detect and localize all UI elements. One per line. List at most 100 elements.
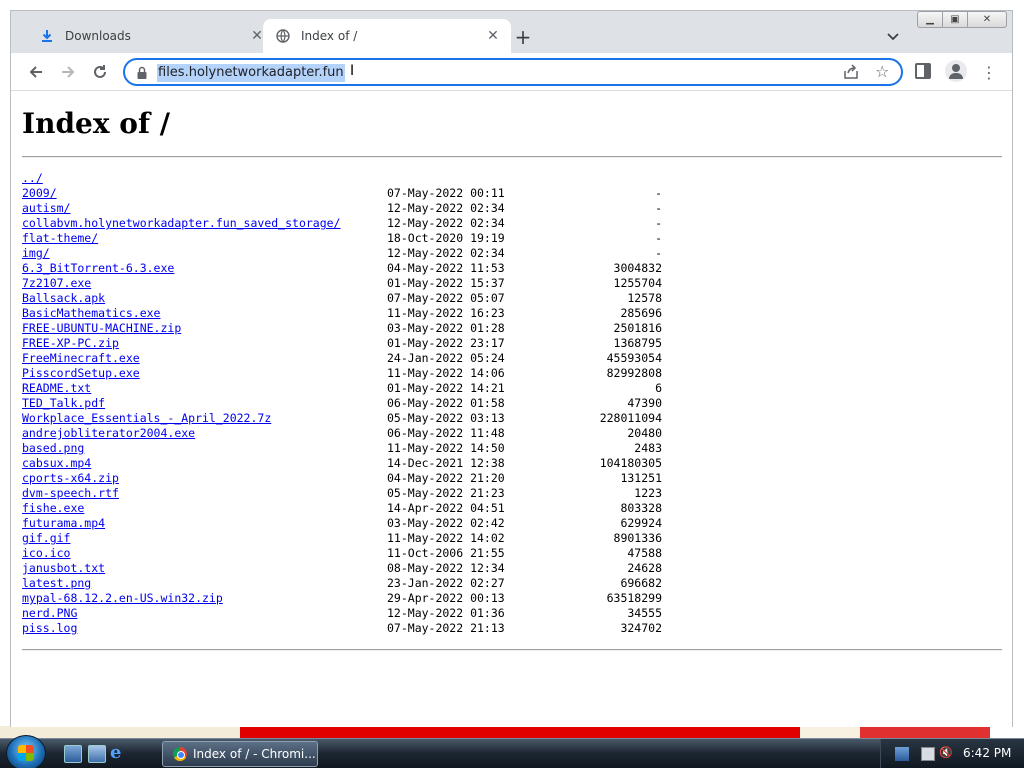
close-window-button[interactable]: ✕ xyxy=(967,11,1007,28)
file-size: - xyxy=(655,216,662,230)
file-date: 05-May-2022 03:13 xyxy=(387,411,505,425)
download-icon xyxy=(39,28,55,44)
close-icon[interactable]: ✕ xyxy=(483,26,503,46)
file-size: 34555 xyxy=(627,606,662,620)
chrome-icon xyxy=(173,747,187,761)
file-link[interactable]: nerd.PNG xyxy=(22,606,77,621)
tab-downloads[interactable]: Downloads ✕ xyxy=(27,19,275,53)
file-size: 2483 xyxy=(634,441,662,455)
page-title: Index of / xyxy=(22,107,170,140)
minimize-button[interactable]: ▁ xyxy=(917,11,943,28)
forward-arrow-icon[interactable] xyxy=(57,61,79,83)
clock[interactable]: 6:42 PM xyxy=(963,746,1011,760)
file-size: 629924 xyxy=(620,516,662,530)
file-link[interactable]: fishe.exe xyxy=(22,501,84,516)
list-item: 6.3_BitTorrent-6.3.exe 04-May-2022 11:53 3… xyxy=(22,261,662,276)
file-link[interactable]: dvm-speech.rtf xyxy=(22,486,119,501)
list-item: based.png 11-May-2022 14:50 2483 xyxy=(22,441,662,456)
maximize-button[interactable]: ▣ xyxy=(942,11,968,28)
list-item: autism/12-May-2022 02:34 - xyxy=(22,201,662,216)
internet-explorer-icon[interactable]: e xyxy=(110,742,128,763)
file-link[interactable]: cports-x64.zip xyxy=(22,471,119,486)
new-tab-button[interactable]: + xyxy=(511,25,535,49)
list-item: cports-x64.zip 04-May-2022 21:20 131251 xyxy=(22,471,662,486)
file-size: - xyxy=(655,186,662,200)
chevron-down-icon[interactable] xyxy=(883,27,903,47)
file-date: 18-Oct-2020 19:19 xyxy=(387,231,505,245)
file-link[interactable]: ../ xyxy=(22,171,43,186)
file-link[interactable]: gif.gif xyxy=(22,531,70,546)
list-item: cabsux.mp4 14-Dec-2021 12:38 104180305 xyxy=(22,456,662,471)
file-link[interactable]: FREE-UBUNTU-MACHINE.zip xyxy=(22,321,181,336)
file-link[interactable]: flat-theme/ xyxy=(22,231,98,246)
side-panel-icon[interactable] xyxy=(915,63,931,79)
monitor-icon[interactable] xyxy=(921,747,935,761)
list-item: FREE-UBUNTU-MACHINE.zip 03-May-2022 01:28… xyxy=(22,321,662,336)
file-link[interactable]: README.txt xyxy=(22,381,91,396)
star-icon[interactable]: ☆ xyxy=(875,62,889,81)
file-size: 1368795 xyxy=(613,336,662,350)
file-link[interactable]: BasicMathematics.exe xyxy=(22,306,160,321)
file-size: 82992808 xyxy=(606,366,662,380)
share-icon[interactable] xyxy=(843,64,861,82)
file-date: 06-May-2022 11:48 xyxy=(387,426,505,440)
file-link[interactable]: Ballsack.apk xyxy=(22,291,105,306)
file-link[interactable]: ico.ico xyxy=(22,546,70,561)
file-link[interactable]: collabvm.holynetworkadapter.fun_saved_st… xyxy=(22,216,341,231)
file-link[interactable]: 2009/ xyxy=(22,186,57,201)
lock-icon[interactable] xyxy=(135,65,149,79)
reload-icon[interactable] xyxy=(89,61,111,83)
file-link[interactable]: mypal-68.12.2.en-US.win32.zip xyxy=(22,591,223,606)
file-size: 12578 xyxy=(627,291,662,305)
profile-icon[interactable] xyxy=(945,60,967,82)
file-link[interactable]: TED_Talk.pdf xyxy=(22,396,105,411)
file-size: 1223 xyxy=(634,486,662,500)
file-date: 11-May-2022 14:06 xyxy=(387,366,505,380)
list-item: collabvm.holynetworkadapter.fun_saved_st… xyxy=(22,216,662,231)
file-date: 03-May-2022 01:28 xyxy=(387,321,505,335)
menu-dots-icon[interactable]: ⋮ xyxy=(979,61,999,83)
file-link[interactable]: 6.3_BitTorrent-6.3.exe xyxy=(22,261,174,276)
file-date: 12-May-2022 01:36 xyxy=(387,606,505,620)
list-item: Ballsack.apk 07-May-2022 05:07 12578 xyxy=(22,291,662,306)
file-date: 12-May-2022 02:34 xyxy=(387,201,505,215)
file-link[interactable]: cabsux.mp4 xyxy=(22,456,91,471)
taskbar-chrome-window[interactable]: Index of / - Chromi... xyxy=(162,741,318,767)
desktop-wallpaper-right xyxy=(1012,0,1024,738)
file-link[interactable]: FreeMinecraft.exe xyxy=(22,351,140,366)
file-date: 14-Dec-2021 12:38 xyxy=(387,456,505,470)
file-link[interactable]: latest.png xyxy=(22,576,91,591)
file-link[interactable]: 7z2107.exe xyxy=(22,276,91,291)
file-link[interactable]: janusbot.txt xyxy=(22,561,105,576)
file-link[interactable]: FREE-XP-PC.zip xyxy=(22,336,119,351)
network-icon[interactable] xyxy=(895,747,909,761)
switch-windows-icon[interactable] xyxy=(88,745,106,763)
file-size: 24628 xyxy=(627,561,662,575)
browser-toolbar: files.holynetworkadapter.fun I ☆ ⋮ xyxy=(11,53,1012,91)
file-size: 324702 xyxy=(620,621,662,635)
file-date: 11-May-2022 16:23 xyxy=(387,306,505,320)
tab-index[interactable]: Index of / ✕ xyxy=(263,19,511,53)
file-link[interactable]: andrejobliterator2004.exe xyxy=(22,426,195,441)
file-link[interactable]: futurama.mp4 xyxy=(22,516,105,531)
url-text[interactable]: files.holynetworkadapter.fun xyxy=(157,64,345,82)
page-content: Index of / ../2009/07-May-2022 00:11- aut… xyxy=(11,91,1012,727)
file-link[interactable]: PisscordSetup.exe xyxy=(22,366,140,381)
back-arrow-icon[interactable] xyxy=(25,61,47,83)
list-item: flat-theme/18-Oct-2020 19:19 - xyxy=(22,231,662,246)
file-date: 01-May-2022 14:21 xyxy=(387,381,505,395)
file-date: 06-May-2022 01:58 xyxy=(387,396,505,410)
file-link[interactable]: img/ xyxy=(22,246,50,261)
file-link[interactable]: autism/ xyxy=(22,201,70,216)
list-item: piss.log 07-May-2022 21:13 324702 xyxy=(22,621,662,636)
start-button[interactable] xyxy=(6,735,46,768)
file-link[interactable]: Workplace_Essentials_-_April_2022.7z xyxy=(22,411,271,426)
file-size: 285696 xyxy=(620,306,662,320)
file-link[interactable]: based.png xyxy=(22,441,84,456)
volume-muted-icon[interactable]: 🔇 xyxy=(939,746,953,760)
file-link[interactable]: piss.log xyxy=(22,621,77,636)
list-item: dvm-speech.rtf 05-May-2022 21:23 1223 xyxy=(22,486,662,501)
show-desktop-icon[interactable] xyxy=(64,745,82,763)
list-item: latest.png 23-Jan-2022 02:27 696682 xyxy=(22,576,662,591)
address-bar[interactable]: files.holynetworkadapter.fun I ☆ xyxy=(123,58,903,86)
